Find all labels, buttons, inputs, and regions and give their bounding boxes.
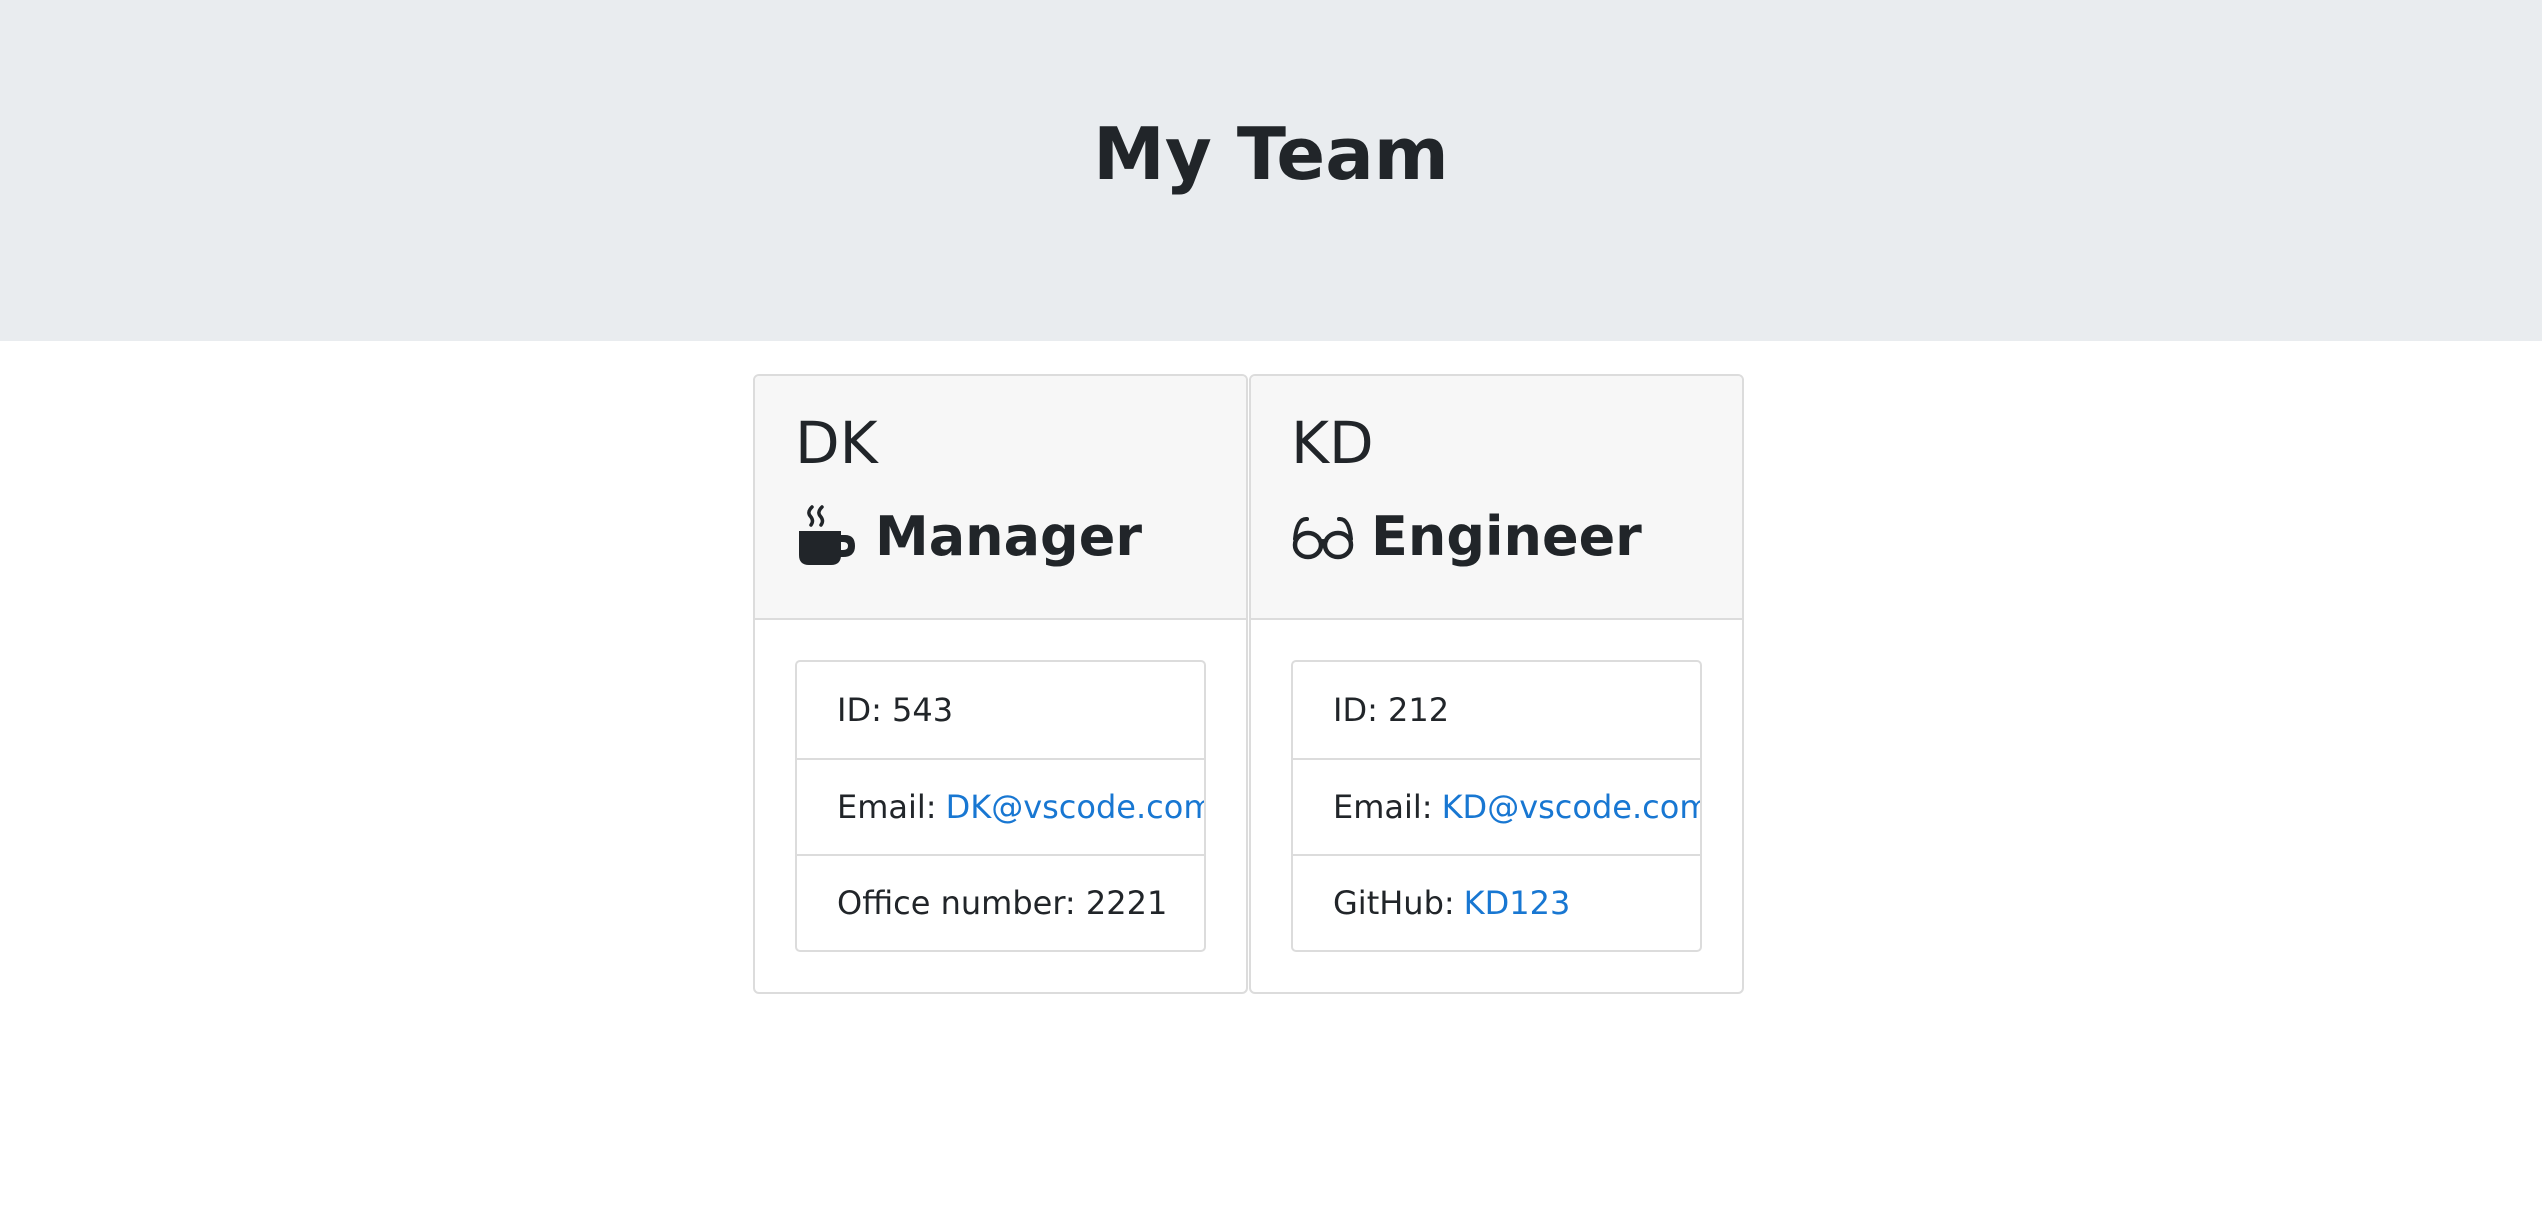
email-link[interactable]: DK@vscode.com bbox=[946, 788, 1204, 826]
employee-name: KD bbox=[1291, 409, 1374, 477]
github: GitHub: KD123 bbox=[1293, 854, 1700, 950]
employee-details: ID: 212 Email: KD@vscode.com GitHub: KD1… bbox=[1291, 660, 1702, 952]
employee-email: Email: DK@vscode.com bbox=[797, 758, 1204, 854]
office-number-value: 2221 bbox=[1085, 884, 1168, 922]
id-value: 543 bbox=[892, 691, 954, 729]
employee-details: ID: 543 Email: DK@vscode.com Office numb… bbox=[795, 660, 1206, 952]
page-title: My Team bbox=[1093, 112, 1449, 196]
id-label: ID: bbox=[837, 691, 882, 729]
role-label: Manager bbox=[875, 505, 1142, 568]
employee-card-manager: DK Manager ID: 543 Email: DK@vscode.com … bbox=[753, 374, 1248, 994]
office-number: Office number: 2221 bbox=[797, 854, 1204, 950]
employee-role: Engineer bbox=[1291, 502, 1642, 572]
header-banner: My Team bbox=[0, 0, 2542, 341]
card-header: DK Manager bbox=[755, 376, 1246, 620]
id-value: 212 bbox=[1388, 691, 1450, 729]
employee-name: DK bbox=[795, 409, 878, 477]
card-header: KD Engineer bbox=[1251, 376, 1742, 620]
github-link[interactable]: KD123 bbox=[1464, 884, 1571, 922]
email-link[interactable]: KD@vscode.com bbox=[1442, 788, 1700, 826]
employee-role: Manager bbox=[795, 502, 1142, 572]
employee-card-engineer: KD Engineer ID: 212 Email: KD@vscode.com… bbox=[1249, 374, 1744, 994]
role-label: Engineer bbox=[1371, 505, 1642, 568]
mug-hot-icon bbox=[795, 505, 859, 569]
employee-email: Email: KD@vscode.com bbox=[1293, 758, 1700, 854]
office-number-label: Office number: bbox=[837, 884, 1076, 922]
email-label: Email: bbox=[1333, 788, 1433, 826]
email-label: Email: bbox=[837, 788, 937, 826]
github-label: GitHub: bbox=[1333, 884, 1455, 922]
id-label: ID: bbox=[1333, 691, 1378, 729]
employee-id: ID: 543 bbox=[797, 662, 1204, 758]
glasses-icon bbox=[1291, 505, 1355, 569]
employee-id: ID: 212 bbox=[1293, 662, 1700, 758]
